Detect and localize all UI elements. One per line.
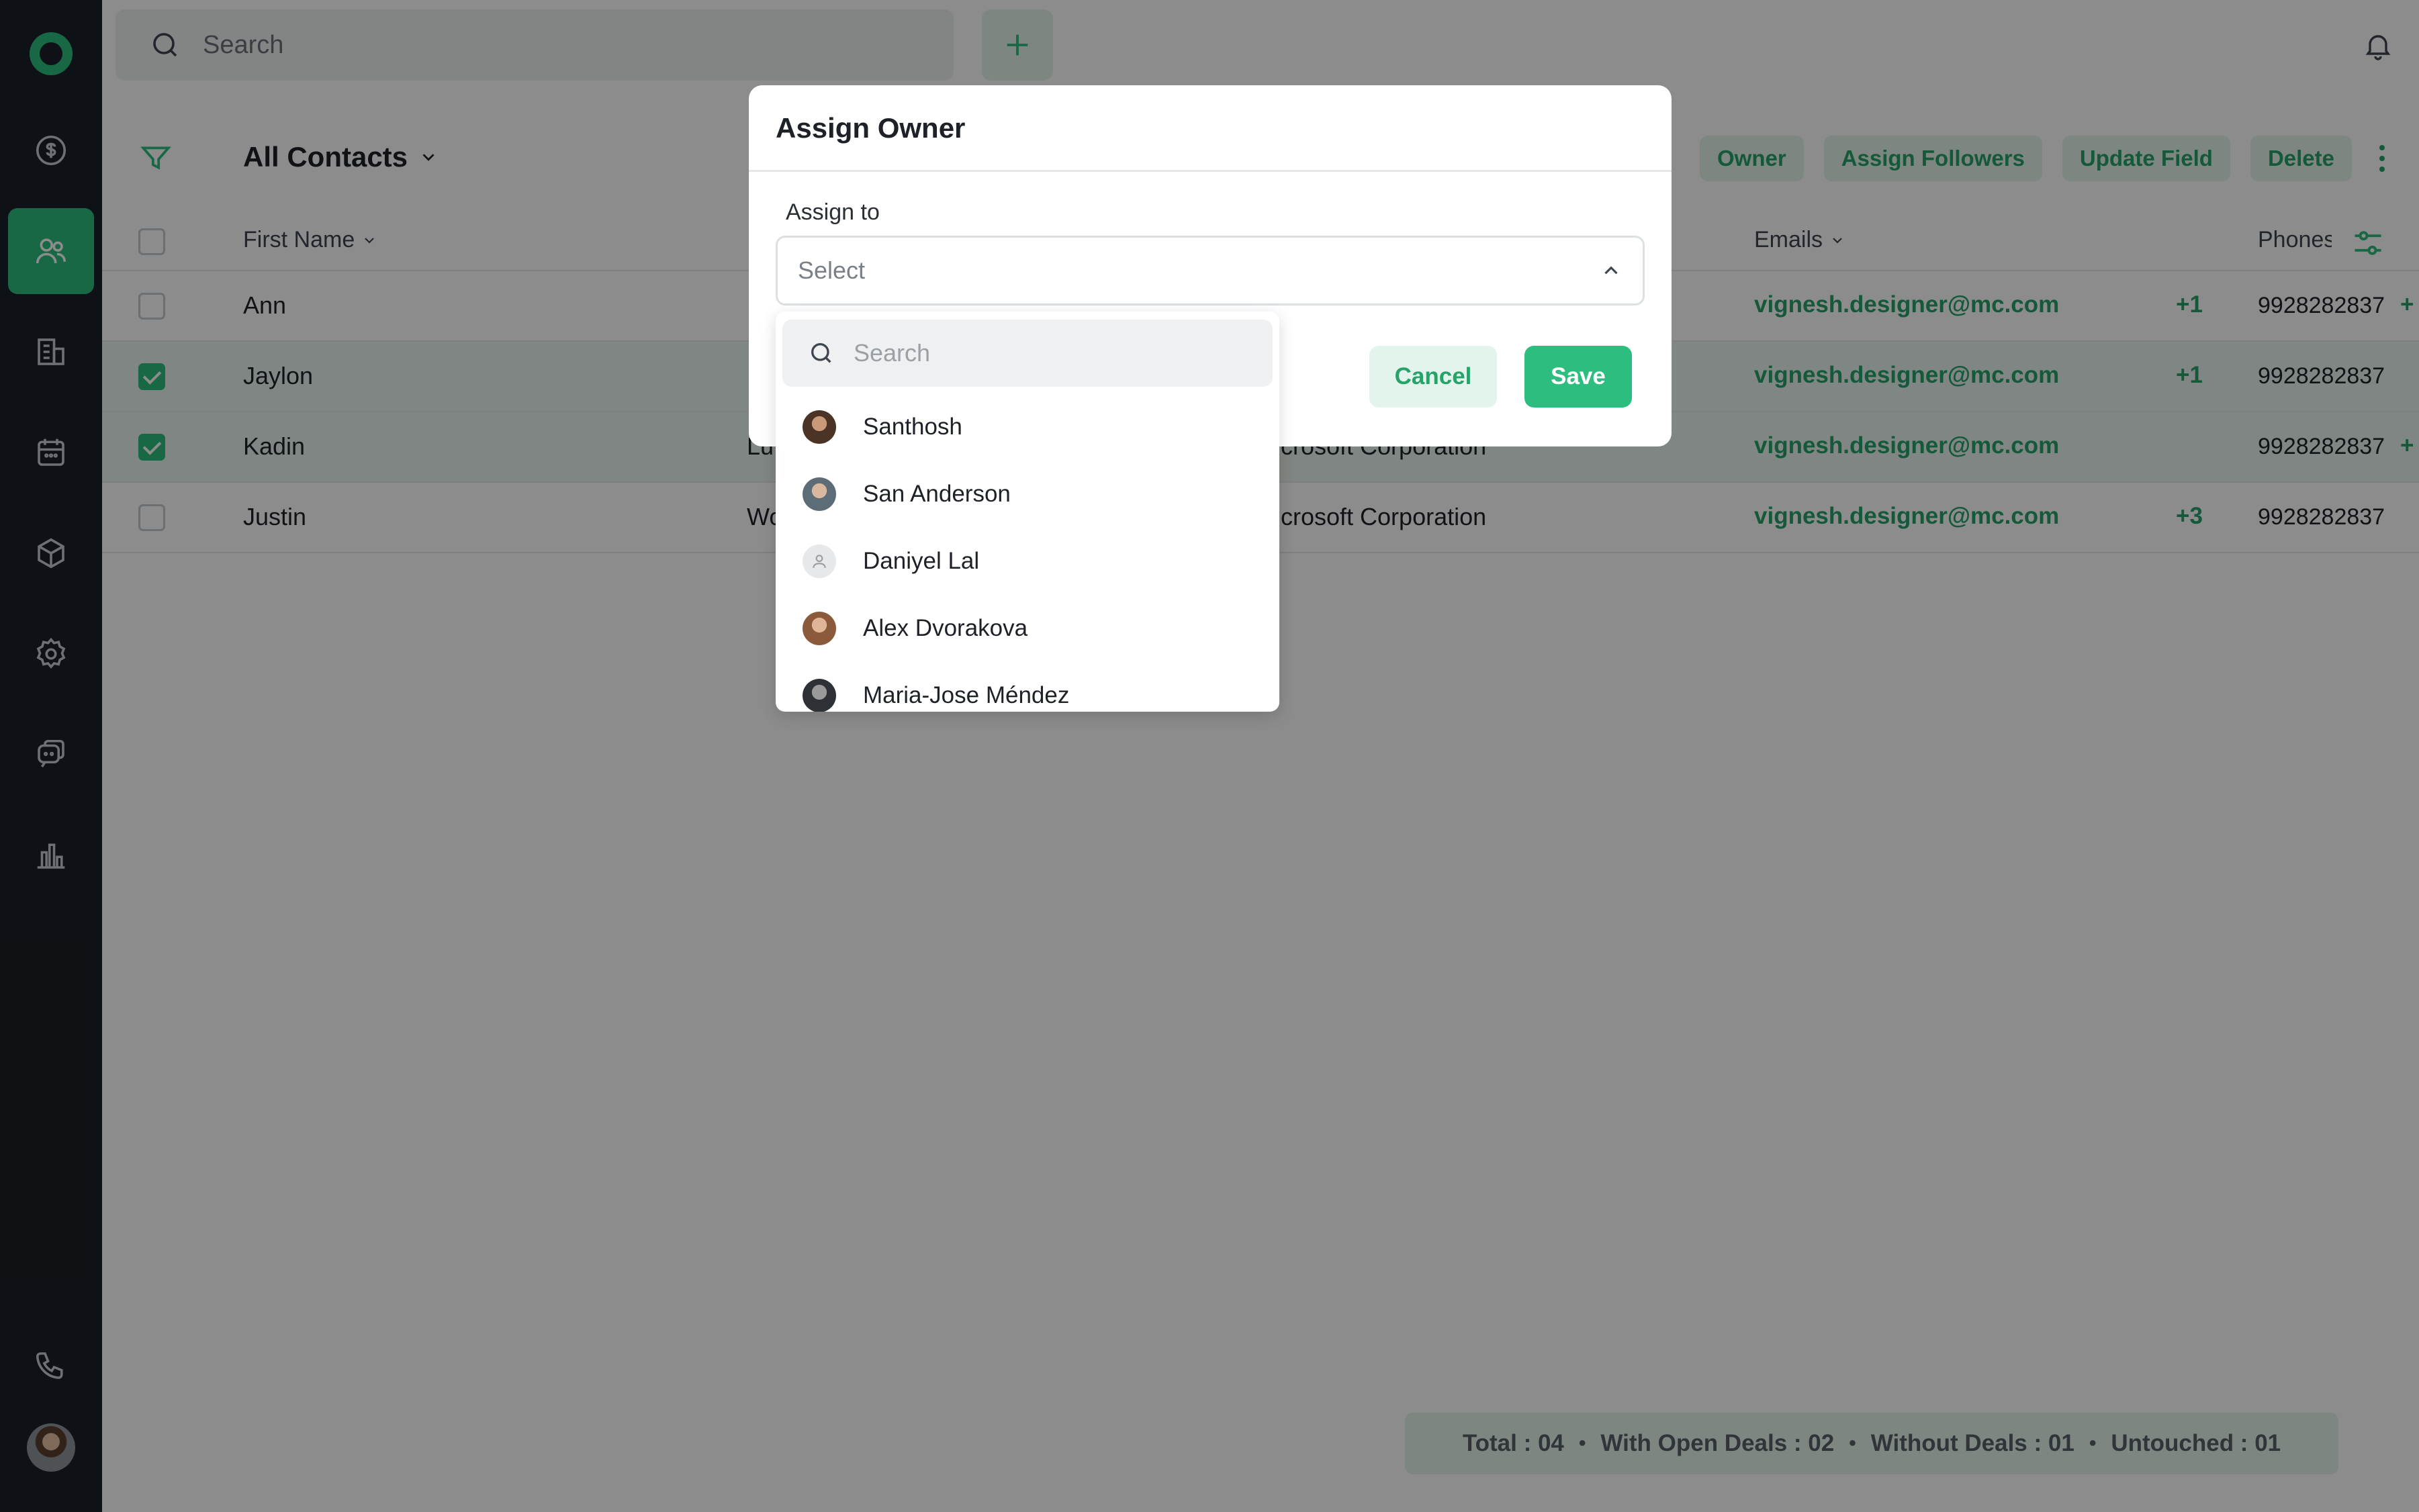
dropdown-search[interactable] xyxy=(782,320,1273,387)
owner-name: San Anderson xyxy=(863,481,1011,507)
avatar xyxy=(803,679,836,712)
avatar xyxy=(803,410,836,444)
owner-option[interactable]: Alex Dvorakova xyxy=(776,595,1279,662)
user-placeholder-icon xyxy=(803,545,836,578)
chevron-up-icon xyxy=(1604,266,1618,275)
dropdown-search-input[interactable] xyxy=(852,338,1231,368)
save-button[interactable]: Save xyxy=(1524,346,1632,408)
owner-name: Santhosh xyxy=(863,414,962,440)
avatar xyxy=(803,612,836,645)
divider xyxy=(749,170,1672,172)
avatar xyxy=(803,477,836,511)
owner-option[interactable]: San Anderson xyxy=(776,461,1279,528)
search-icon xyxy=(808,338,837,368)
owner-select[interactable]: Select xyxy=(776,236,1645,305)
modal-title: Assign Owner xyxy=(776,112,966,144)
assign-to-label: Assign to xyxy=(786,199,880,225)
owner-option[interactable]: Daniyel Lal xyxy=(776,528,1279,595)
owner-name: Daniyel Lal xyxy=(863,548,980,574)
owner-name: Maria-Jose Méndez xyxy=(863,682,1070,708)
owner-name: Alex Dvorakova xyxy=(863,615,1028,641)
cancel-button[interactable]: Cancel xyxy=(1369,346,1497,408)
select-placeholder: Select xyxy=(798,256,866,284)
owner-dropdown: Santhosh San Anderson Daniyel Lal Alex D… xyxy=(776,312,1279,712)
owner-option[interactable]: Maria-Jose Méndez xyxy=(776,662,1279,712)
owner-option[interactable]: Santhosh xyxy=(776,393,1279,461)
